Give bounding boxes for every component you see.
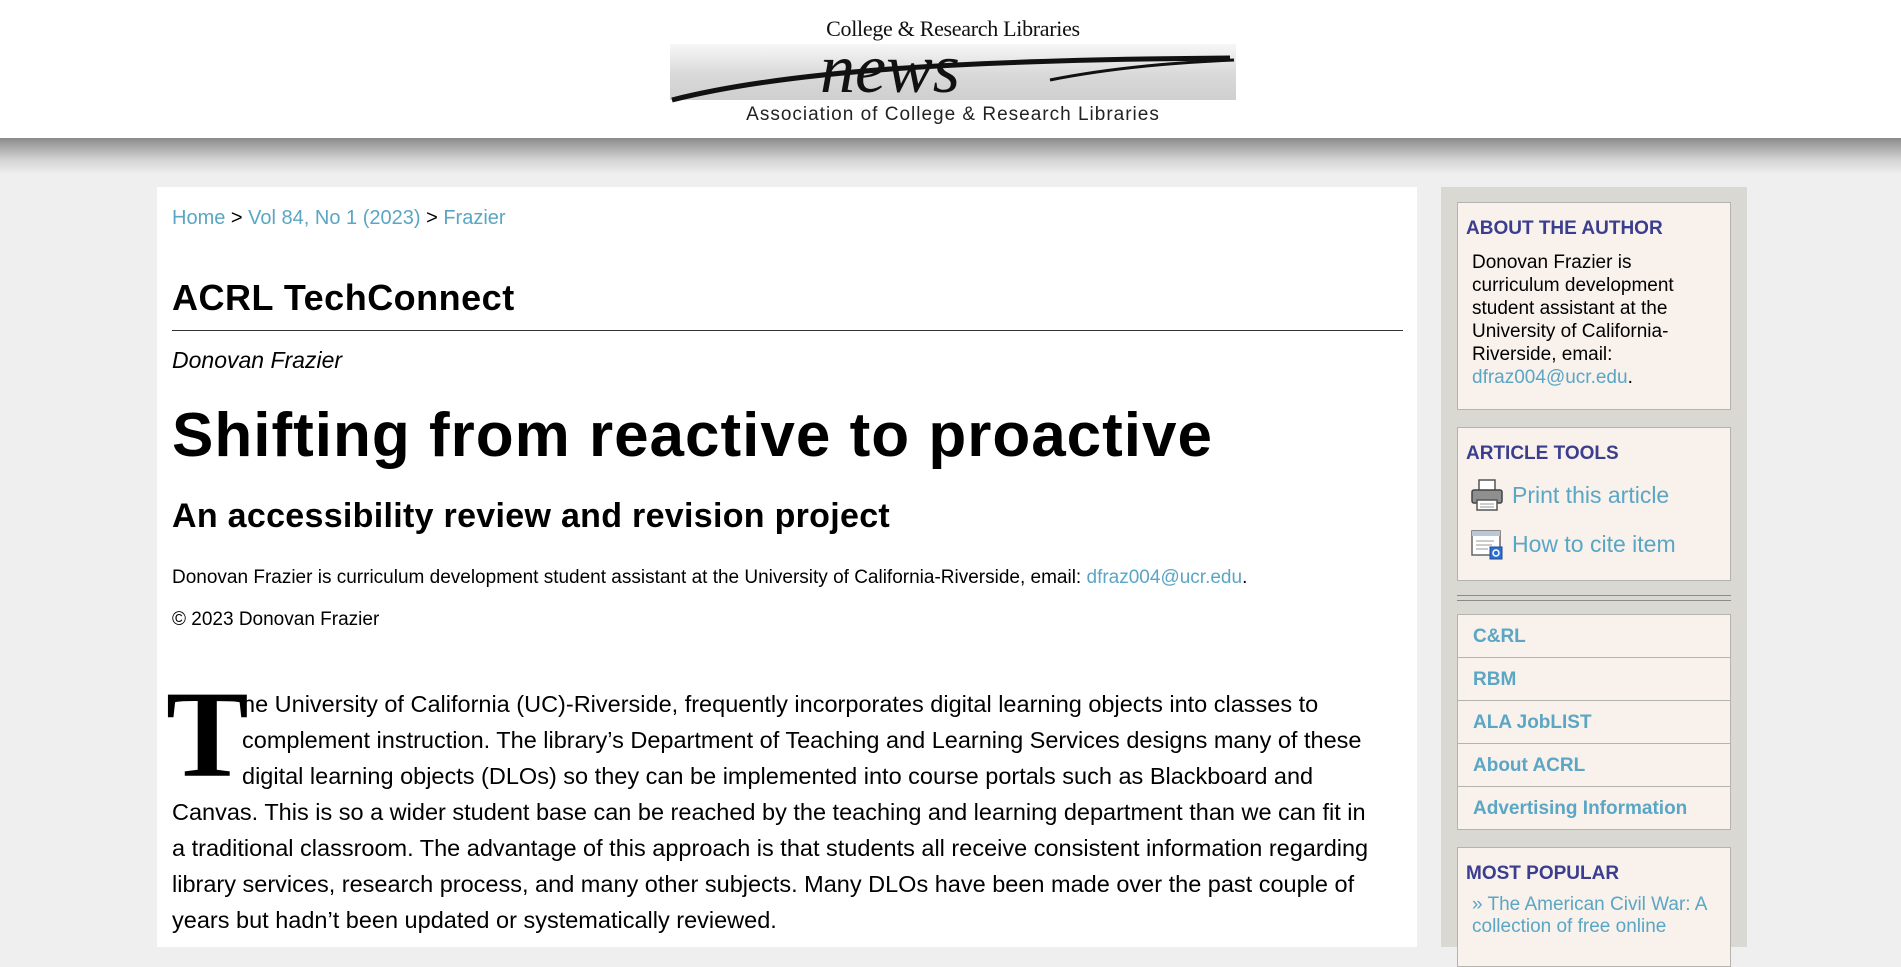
print-article-label: Print this article (1512, 482, 1670, 508)
article-title: Shifting from reactive to proactive (172, 401, 1213, 470)
logo-news-wordmark: news (671, 40, 1235, 108)
sidebar-link-advertising[interactable]: Advertising Information (1457, 786, 1731, 830)
about-author-email-link[interactable]: dfraz004@ucr.edu (1472, 367, 1628, 388)
breadcrumb-home[interactable]: Home (172, 207, 225, 229)
section-divider (172, 330, 1403, 331)
breadcrumb-separator: > (426, 207, 438, 229)
sidebar-link-label: Advertising Information (1473, 798, 1688, 819)
author-note: Donovan Frazier is curriculum developmen… (172, 567, 1247, 589)
copyright-notice: © 2023 Donovan Frazier (172, 609, 380, 630)
body-line: Canvas. This is so a wider student base … (172, 799, 1366, 825)
body-line: a traditional classroom. The advantage o… (172, 835, 1369, 861)
breadcrumb-separator: > (230, 207, 243, 229)
about-author-suffix: . (1627, 367, 1633, 388)
sidebar: ABOUT THE AUTHOR Donovan Frazier is curr… (1441, 187, 1747, 967)
popular-article-link[interactable]: » The American Civil War: A collection o… (1472, 894, 1727, 938)
cite-icon (1471, 530, 1503, 560)
breadcrumb: Home > Vol 84, No 1 (2023) > Frazier (172, 207, 506, 230)
logo-bottom-text: Association of College & Research Librar… (746, 104, 1160, 125)
author-note-text: Donovan Frazier is curriculum developmen… (172, 567, 1082, 588)
about-author-title: ABOUT THE AUTHOR (1466, 218, 1663, 239)
section-title: ACRL TechConnect (172, 277, 515, 318)
drop-cap: T (166, 666, 249, 803)
printer-icon (1471, 479, 1503, 511)
sidebar-link-about-acrl[interactable]: About ACRL (1457, 743, 1731, 787)
article-subtitle: An accessibility review and revision pro… (172, 497, 891, 535)
main-content: Home > Vol 84, No 1 (2023) > Frazier ACR… (157, 187, 1417, 947)
breadcrumb-volume[interactable]: Vol 84, No 1 (2023) (248, 207, 420, 229)
breadcrumb-current[interactable]: Frazier (443, 207, 505, 229)
site-header: College & Research Libraries news Associ… (0, 0, 1901, 138)
header-shadow (0, 138, 1901, 174)
sidebar-link-label: C&RL (1473, 626, 1526, 647)
svg-text:news: news (820, 40, 960, 108)
body-line: digital learning objects (DLOs) so they … (242, 763, 1314, 789)
sidebar-link-joblist[interactable]: ALA JobLIST (1457, 700, 1731, 744)
article-tools-title: ARTICLE TOOLS (1466, 443, 1619, 464)
sidebar-divider (1457, 595, 1731, 601)
sidebar-link-rbm[interactable]: RBM (1457, 657, 1731, 701)
about-author-bio: Donovan Frazier is curriculum developmen… (1472, 252, 1674, 365)
crl-news-logo[interactable]: College & Research Libraries news Associ… (670, 12, 1236, 132)
body-line: library services, research process, and … (172, 871, 1355, 897)
most-popular-title: MOST POPULAR (1466, 863, 1620, 884)
sidebar-link-crl[interactable]: C&RL (1457, 614, 1731, 658)
most-popular-block: MOST POPULAR » The American Civil War: A… (1457, 847, 1731, 967)
author-email-link[interactable]: dfraz004@ucr.edu (1087, 567, 1243, 588)
body-line: he University of California (UC)-Riversi… (242, 691, 1319, 717)
logo-top-text: College & Research Libraries (826, 16, 1080, 41)
body-line: complement instruction. The library’s De… (242, 727, 1362, 753)
sidebar-link-label: RBM (1473, 669, 1517, 690)
article-byline: Donovan Frazier (172, 347, 343, 373)
about-author-block: ABOUT THE AUTHOR Donovan Frazier is curr… (1457, 202, 1731, 410)
body-line: years but hadn’t been updated or systema… (172, 907, 777, 933)
author-note-suffix: . (1242, 567, 1248, 588)
cite-item-label: How to cite item (1512, 531, 1676, 557)
sidebar-link-label: About ACRL (1473, 755, 1586, 776)
article-tools-block: ARTICLE TOOLS Print this article How to … (1457, 427, 1731, 581)
sidebar-link-label: ALA JobLIST (1473, 712, 1592, 733)
about-author-text: Donovan Frazier is curriculum developmen… (1472, 251, 1722, 389)
